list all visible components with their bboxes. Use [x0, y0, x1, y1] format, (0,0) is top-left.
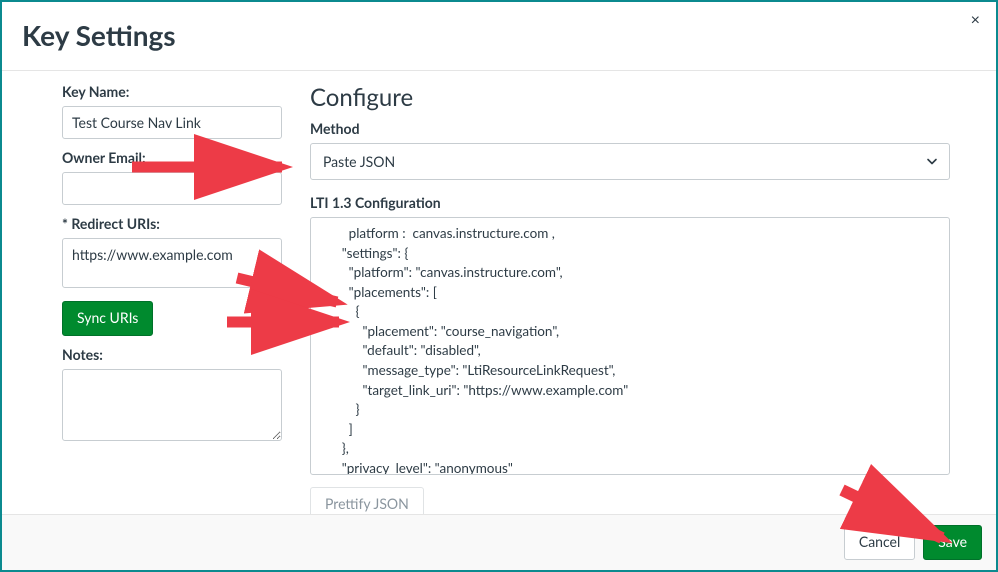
save-button[interactable]: Save: [923, 525, 982, 560]
notes-label: Notes:: [62, 346, 282, 363]
modal-title: Key Settings: [22, 18, 976, 52]
redirect-uris-label: * Redirect URIs:: [62, 215, 282, 232]
modal-footer: Cancel Save: [2, 514, 996, 570]
notes-input[interactable]: [62, 369, 282, 441]
key-name-label: Key Name:: [62, 83, 282, 100]
redirect-uris-input[interactable]: [62, 238, 282, 288]
lti-config-label: LTI 1.3 Configuration: [310, 194, 950, 211]
sync-row: Sync URIs: [62, 301, 282, 336]
prettify-json-button[interactable]: Prettify JSON: [310, 487, 424, 514]
modal-body-wrap: Key Name: Owner Email: * Redirect URIs:: [2, 71, 996, 514]
owner-email-field: Owner Email:: [62, 149, 282, 205]
configure-heading: Configure: [310, 83, 950, 112]
method-select-wrap: Paste JSON: [310, 143, 950, 180]
owner-email-label: Owner Email:: [62, 149, 282, 166]
notes-field: Notes:: [62, 346, 282, 444]
key-name-input[interactable]: [62, 106, 282, 139]
method-label: Method: [310, 120, 950, 137]
key-name-field: Key Name:: [62, 83, 282, 139]
owner-email-input[interactable]: [62, 172, 282, 205]
app-frame: Key Settings × Key Name: Owner Email:: [0, 0, 998, 572]
redirect-uris-field: * Redirect URIs:: [62, 215, 282, 291]
method-select[interactable]: Paste JSON: [310, 143, 950, 180]
left-column: Key Name: Owner Email: * Redirect URIs:: [62, 83, 282, 514]
key-settings-modal: Key Settings × Key Name: Owner Email:: [2, 2, 996, 570]
modal-header: Key Settings ×: [2, 2, 996, 71]
modal-body[interactable]: Key Name: Owner Email: * Redirect URIs:: [2, 71, 980, 514]
close-button[interactable]: ×: [965, 8, 986, 34]
right-column: Configure Method Paste JSON LTI 1.3 Conf…: [310, 83, 950, 514]
prettify-row: Prettify JSON: [310, 487, 950, 514]
lti-config-textarea[interactable]: [311, 218, 949, 474]
content-row: Key Name: Owner Email: * Redirect URIs:: [2, 71, 980, 514]
cancel-button[interactable]: Cancel: [844, 525, 915, 560]
sync-uris-button[interactable]: Sync URIs: [62, 301, 153, 336]
close-icon: ×: [971, 12, 980, 29]
lti-config-wrap: [310, 217, 950, 475]
